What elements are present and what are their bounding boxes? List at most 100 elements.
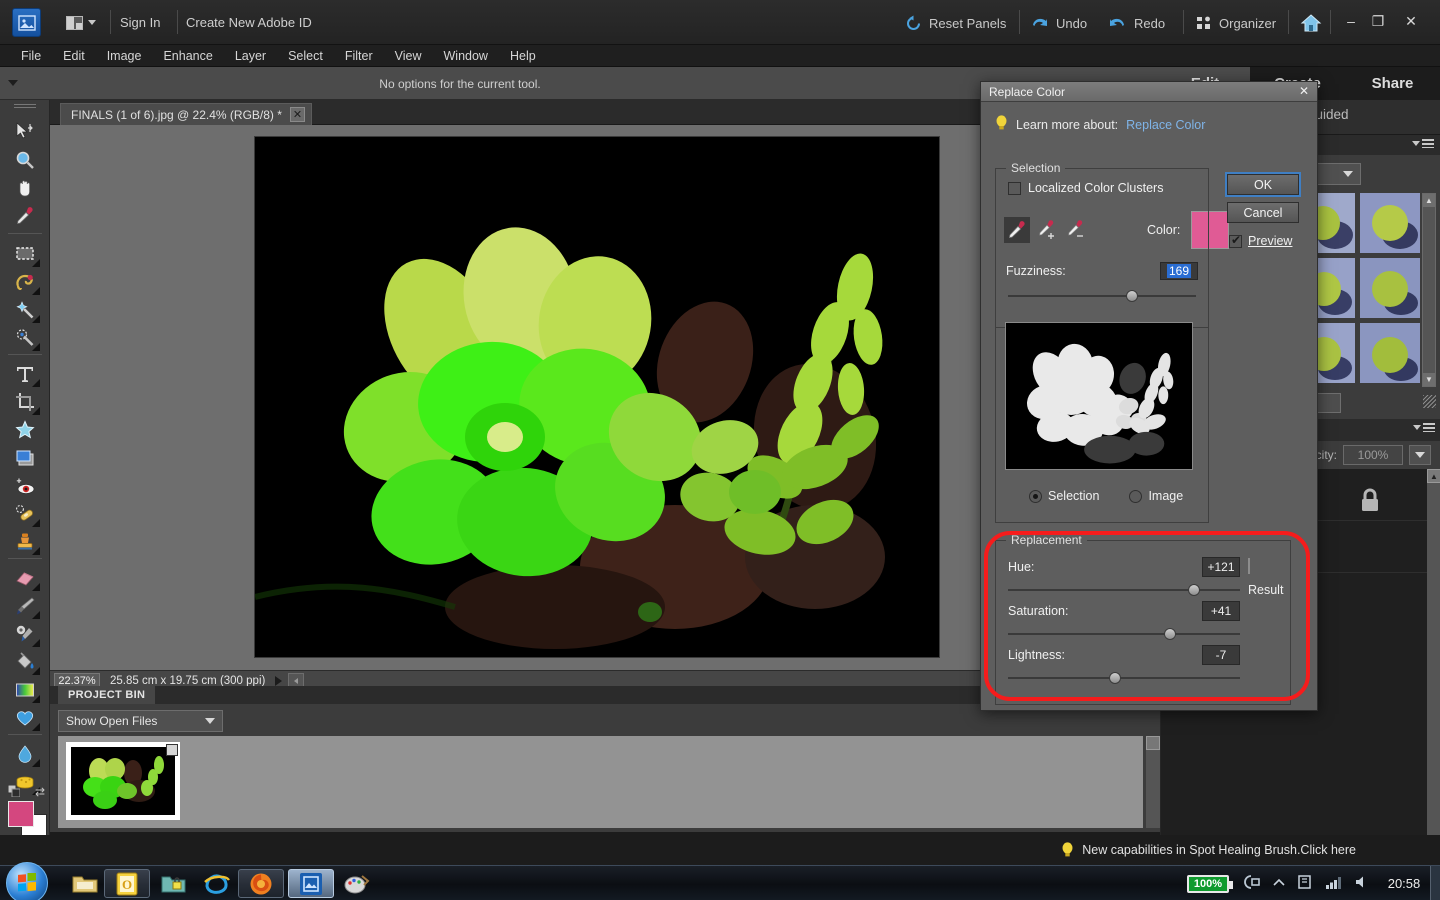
menu-layer[interactable]: Layer <box>224 47 277 65</box>
create-adobe-id-link[interactable]: Create New Adobe ID <box>186 15 312 30</box>
saturation-value-field[interactable]: +41 <box>1202 601 1240 621</box>
slider-knob[interactable] <box>1109 672 1121 684</box>
selection-color-swatch[interactable] <box>1191 211 1229 249</box>
localized-color-clusters-row[interactable]: Localized Color Clusters <box>1008 181 1163 195</box>
radio-selection[interactable]: Selection <box>1029 489 1099 503</box>
battery-indicator[interactable]: 100% <box>1187 875 1229 893</box>
tool-brush[interactable] <box>9 592 41 620</box>
power-plug-icon[interactable] <box>1241 875 1261 892</box>
taskbar-extra-item[interactable] <box>378 869 424 898</box>
sign-in-link[interactable]: Sign In <box>120 15 160 30</box>
menu-edit[interactable]: Edit <box>52 47 96 65</box>
tool-cookie-cutter[interactable] <box>9 416 41 444</box>
slider-knob[interactable] <box>1188 584 1200 596</box>
menu-enhance[interactable]: Enhance <box>152 47 223 65</box>
effect-thumbnail[interactable] <box>1360 193 1420 253</box>
tool-type[interactable] <box>9 360 41 388</box>
learn-more-link[interactable]: Replace Color <box>1126 118 1205 132</box>
panel-resize-grip[interactable] <box>1423 395 1436 408</box>
show-hidden-icons-button[interactable] <box>1273 877 1285 891</box>
effect-thumbnail[interactable] <box>1360 323 1420 383</box>
layers-panel-menu-icon[interactable] <box>1413 423 1435 432</box>
tab-share[interactable]: Share <box>1345 67 1440 100</box>
tool-blur[interactable] <box>9 740 41 768</box>
tool-rectangular-marquee[interactable] <box>9 240 41 268</box>
network-signal-icon[interactable] <box>1325 875 1343 892</box>
home-button[interactable] <box>1300 12 1322 34</box>
lightness-slider[interactable] <box>1008 671 1240 685</box>
saturation-slider[interactable] <box>1008 627 1240 641</box>
selection-preview-thumbnail[interactable] <box>1005 322 1193 470</box>
localized-color-clusters-checkbox[interactable] <box>1008 182 1021 195</box>
panel-menu-icon[interactable] <box>1412 139 1434 148</box>
close-document-icon[interactable]: ✕ <box>290 107 305 122</box>
scroll-up-arrow[interactable]: ▲ <box>1427 469 1440 483</box>
lightness-value-field[interactable]: -7 <box>1202 645 1240 665</box>
tool-quick-selection[interactable] <box>9 324 41 352</box>
taskbar-internet-explorer-icon[interactable] <box>194 869 240 898</box>
tool-clone-stamp[interactable] <box>9 528 41 556</box>
taskbar-secure-folder-icon[interactable] <box>150 869 196 898</box>
result-color-swatch[interactable] <box>1248 558 1250 574</box>
organizer-button[interactable]: Organizer <box>1196 12 1276 34</box>
cancel-button[interactable]: Cancel <box>1227 202 1299 223</box>
scroll-down-arrow[interactable]: ▼ <box>1423 373 1435 386</box>
volume-icon[interactable] <box>1355 875 1370 892</box>
slider-knob[interactable] <box>1126 290 1138 302</box>
taskbar-explorer-icon[interactable] <box>62 869 108 898</box>
tool-gradient[interactable] <box>9 676 41 704</box>
project-bin-filter-dropdown[interactable]: Show Open Files <box>58 710 223 732</box>
taskbar-firefox-icon[interactable] <box>238 869 284 898</box>
tool-magic-wand[interactable] <box>9 296 41 324</box>
menu-image[interactable]: Image <box>96 47 153 65</box>
taskbar-clock[interactable]: 20:58 <box>1382 876 1426 891</box>
ok-button[interactable]: OK <box>1227 174 1299 195</box>
menu-view[interactable]: View <box>384 47 433 65</box>
hue-slider[interactable] <box>1008 583 1240 597</box>
tool-crop[interactable] <box>9 388 41 416</box>
undo-button[interactable]: Undo <box>1030 12 1087 34</box>
radio-image-button[interactable] <box>1129 490 1142 503</box>
minimize-button[interactable]: – <box>1338 9 1364 33</box>
menu-window[interactable]: Window <box>433 47 499 65</box>
scroll-up-arrow[interactable] <box>1146 736 1160 750</box>
fuzziness-slider[interactable] <box>1008 289 1196 303</box>
default-colors-icon[interactable] <box>8 785 20 797</box>
tool-straighten[interactable] <box>9 444 41 472</box>
dialog-title-bar[interactable]: Replace Color ✕ <box>981 82 1317 102</box>
menu-filter[interactable]: Filter <box>334 47 384 65</box>
radio-selection-button[interactable] <box>1029 490 1042 503</box>
tool-custom-shape[interactable] <box>9 704 41 732</box>
tool-move[interactable] <box>9 118 41 146</box>
restore-button[interactable]: ❐ <box>1365 9 1391 33</box>
swap-colors-icon[interactable]: ⇄ <box>35 785 45 799</box>
taskbar-paint-icon[interactable] <box>334 869 380 898</box>
radio-image[interactable]: Image <box>1129 489 1183 503</box>
taskbar-photoshop-elements-editor-icon[interactable] <box>288 869 334 898</box>
hint-text[interactable]: New capabilities in Spot Healing Brush.C… <box>1082 843 1356 857</box>
menu-file[interactable]: File <box>10 47 52 65</box>
redo-button[interactable]: Redo <box>1108 12 1165 34</box>
scroll-up-arrow[interactable]: ▲ <box>1423 194 1435 207</box>
hue-value-field[interactable]: +121 <box>1202 557 1240 577</box>
menu-help[interactable]: Help <box>499 47 547 65</box>
project-bin-tab[interactable]: PROJECT BIN <box>58 686 155 704</box>
tool-spot-healing-brush[interactable] <box>9 500 41 528</box>
menu-select[interactable]: Select <box>277 47 334 65</box>
image-canvas[interactable] <box>255 137 939 657</box>
foreground-color-swatch[interactable] <box>8 801 34 827</box>
tool-red-eye-removal[interactable] <box>9 472 41 500</box>
close-window-button[interactable]: ✕ <box>1398 9 1424 33</box>
layout-switcher-button[interactable] <box>62 13 100 32</box>
tool-zoom[interactable] <box>9 146 41 174</box>
project-bin-thumbnail[interactable] <box>66 742 180 820</box>
document-tab[interactable]: FINALS (1 of 6).jpg @ 22.4% (RGB/8) * ✕ <box>60 103 312 125</box>
show-desktop-button[interactable] <box>1430 866 1440 900</box>
fuzziness-value-field[interactable]: 169 <box>1160 262 1198 280</box>
effects-scrollbar[interactable]: ▲ ▼ <box>1422 193 1436 387</box>
tool-smart-brush[interactable] <box>9 620 41 648</box>
action-center-icon[interactable] <box>1297 874 1313 893</box>
preview-checkbox[interactable] <box>1229 235 1242 248</box>
opacity-dropdown-button[interactable] <box>1409 445 1431 465</box>
reset-panels-button[interactable]: Reset Panels <box>905 12 1006 34</box>
